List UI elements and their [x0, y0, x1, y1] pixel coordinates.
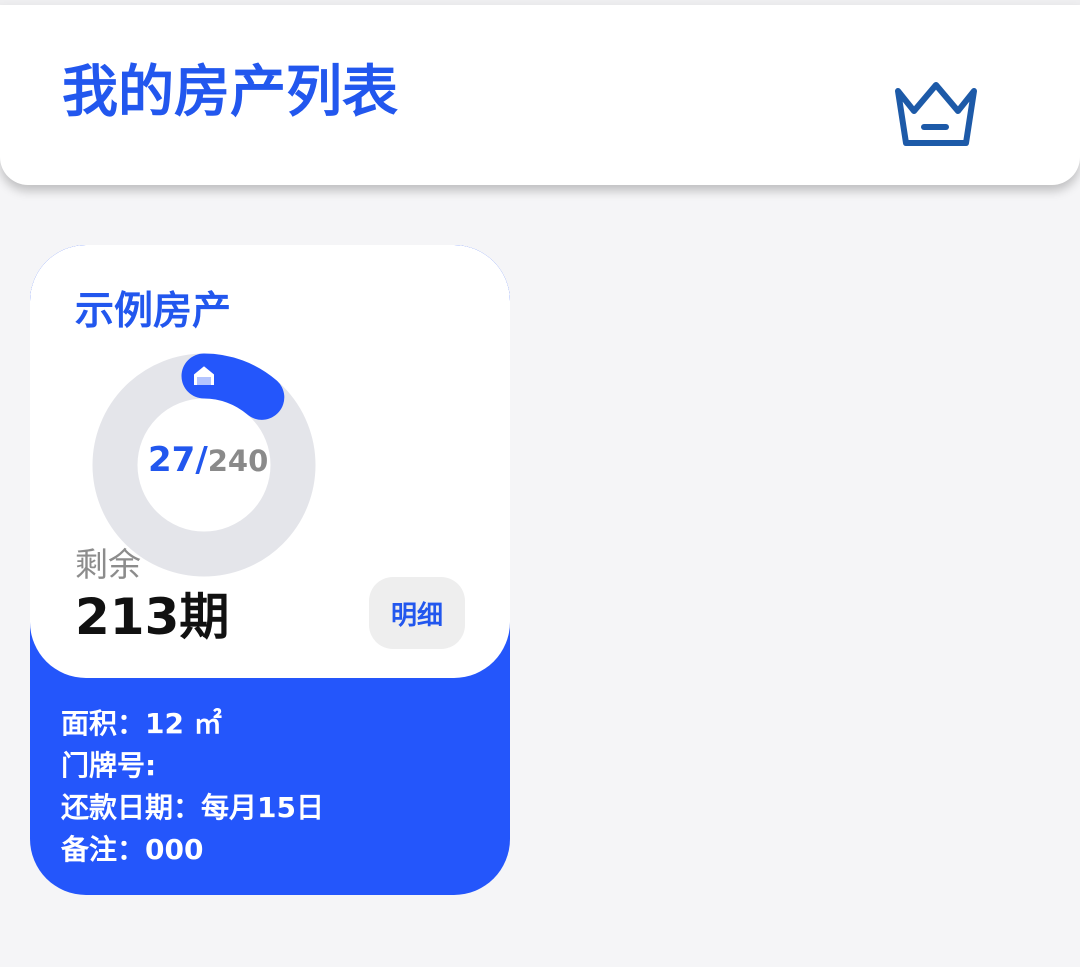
property-card-summary: 示例房产 27/240 剩余 213期 明细: [30, 245, 510, 678]
property-info: 面积：12 ㎡ 门牌号: 还款日期：每月15日 备注：000: [61, 703, 324, 871]
remaining-value: 213期: [75, 588, 230, 646]
remaining-label: 剩余: [75, 545, 141, 584]
page-title: 我的房产列表: [62, 60, 398, 125]
app-header: 我的房产列表: [0, 5, 1080, 185]
progress-text: 27/240: [148, 443, 268, 477]
property-card[interactable]: 示例房产 27/240 剩余 213期 明细 面积：12 ㎡ 门牌号: 还款日期…: [30, 245, 510, 895]
property-name: 示例房产: [75, 289, 232, 334]
crown-icon[interactable]: [892, 79, 980, 151]
progress-current: 27/: [148, 440, 208, 480]
progress-total: 240: [207, 444, 269, 478]
info-repayment-date: 还款日期：每月15日: [61, 791, 324, 824]
info-area: 面积：12 ㎡: [61, 707, 222, 740]
info-note: 备注：000: [61, 833, 204, 866]
info-house-number: 门牌号:: [61, 749, 157, 782]
detail-button[interactable]: 明细: [369, 577, 465, 649]
